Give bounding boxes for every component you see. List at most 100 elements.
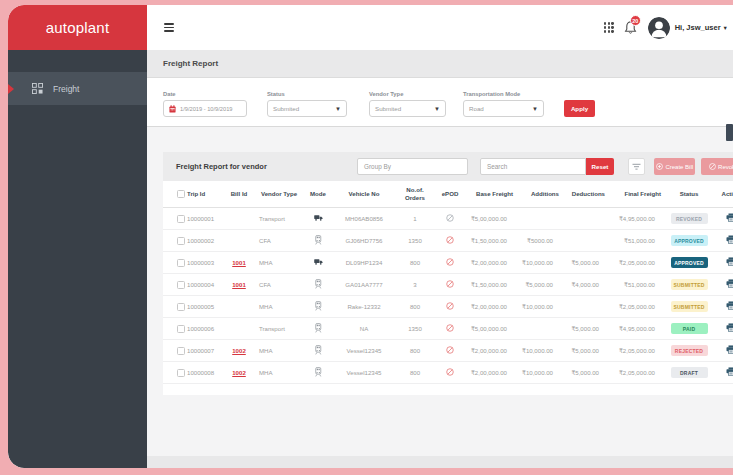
status-badge: SUBMITTED [671,279,708,290]
bill-id-cell: 1002 [223,369,255,376]
row-checkbox[interactable] [177,303,185,311]
epod-status-icon[interactable] [446,238,454,245]
print-icon[interactable] [726,304,733,311]
search-input[interactable]: Search [480,158,586,175]
row-select-cell [175,346,187,354]
horizontal-scrollbar-track[interactable] [147,456,733,468]
hamburger-menu-icon[interactable] [164,23,174,31]
deductions-cell: ₹5,000.00 [563,259,609,266]
epod-status-icon[interactable] [446,304,454,311]
user-menu-caret-icon[interactable]: ▼ [723,25,728,31]
vendor_type-cell: Transport [255,325,303,332]
train-icon [314,327,323,334]
base_freight-cell: ₹2,00,000.00 [465,259,517,266]
additions-cell: ₹10,000.00 [517,303,563,310]
date-range-input[interactable]: 1/9/2019 - 10/9/2019 [163,100,247,117]
vehicle_no-cell: Vessel12345 [333,347,395,354]
group-by-input[interactable]: Group By [357,158,468,175]
column-header-action: Action [713,190,733,198]
row-checkbox[interactable] [177,281,185,289]
row-checkbox[interactable] [177,215,185,223]
deductions-cell: ₹4,000.00 [563,281,609,288]
transportation-mode-filter: Transportation Mode Road ▼ [463,91,544,117]
print-icon[interactable] [726,370,733,377]
calendar-icon [169,105,176,113]
bill-id-cell: 1001 [223,281,255,288]
reset-button[interactable]: Reset [586,158,614,175]
epod-cell [435,368,465,377]
bill-id-link[interactable]: 1001 [232,281,246,288]
print-icon[interactable] [726,282,733,289]
scrollbar-thumb[interactable] [726,124,733,141]
bill-id-link[interactable]: 1001 [232,259,246,266]
app-window: autoplant 20 Hi, Jsw_user ▼ [8,5,733,468]
apps-grid-icon[interactable] [604,22,614,32]
status-badge: APPROVED [671,257,708,268]
column-header-trip_id: Trip Id [187,190,223,198]
filter-funnel-button[interactable] [628,158,645,175]
additions-cell: ₹5000.00 [517,237,563,244]
apply-button[interactable]: Apply [564,100,595,117]
revoke-button[interactable]: Revoke [701,158,733,175]
column-header-vendor_type: Vendor Type [255,190,303,198]
status-cell: DRAFT [665,367,713,378]
epod-cell [435,280,465,289]
epod-status-icon[interactable] [446,260,454,267]
status-select[interactable]: Submited ▼ [267,100,347,117]
row-checkbox[interactable] [177,237,185,245]
final_freight-cell: ₹4,95,000.00 [609,215,665,222]
vendor_type-cell: MHA [255,259,303,266]
mode-cell [303,367,333,378]
page-title: Freight Report [163,59,218,68]
print-icon[interactable] [726,348,733,355]
row-checkbox[interactable] [177,259,185,267]
user-greeting[interactable]: Hi, Jsw_user [675,23,721,32]
trip_id-cell: 10000001 [187,215,223,222]
row-select-cell [175,258,187,266]
train-icon [314,283,323,290]
column-header-mode: Mode [303,190,333,198]
row-checkbox[interactable] [177,369,185,377]
vendor_type-cell: MHA [255,303,303,310]
transportation-mode-value: Road [469,105,484,112]
row-select-cell [175,324,187,332]
transportation-mode-select[interactable]: Road ▼ [463,100,544,117]
bill-id-link[interactable]: 1002 [232,369,246,376]
vendor-type-select[interactable]: Submited ▼ [369,100,446,117]
deductions-cell: ₹5,000.00 [563,369,609,376]
header-bar: 20 Hi, Jsw_user ▼ [147,5,733,50]
status-cell: PAID [665,323,713,334]
train-icon [314,371,323,378]
epod-status-icon[interactable] [446,370,454,377]
epod-cell [435,258,465,267]
select-all-checkbox[interactable] [175,190,187,198]
sidebar-item-label: Freight [53,84,79,94]
mode-cell [303,345,333,356]
vendor_type-cell: MHA [255,347,303,354]
epod-status-icon[interactable] [446,282,454,289]
print-icon[interactable] [726,238,733,245]
create-bill-button[interactable]: Create Bill [654,158,695,175]
row-checkbox[interactable] [177,347,185,355]
print-icon[interactable] [726,326,733,333]
sidebar-item-freight[interactable]: Freight [8,72,147,105]
date-label: Date [163,91,247,97]
notification-bell[interactable]: 20 [624,20,637,35]
table-row: 100000041001CFAGA01AA77773₹1,50,000.00₹5… [163,274,733,296]
epod-cell [435,346,465,355]
print-icon[interactable] [726,260,733,267]
row-checkbox[interactable] [177,325,185,333]
bill-id-link[interactable]: 1002 [232,347,246,354]
vehicle_no-cell: DL09HP1234 [333,259,395,266]
train-icon [314,239,323,246]
orders-cell: 1350 [395,325,435,332]
table-row: 100000031001MHADL09HP1234800₹2,00,000.00… [163,252,733,274]
additions-cell: ₹10,000.00 [517,259,563,266]
user-avatar[interactable] [648,17,670,39]
print-icon[interactable] [726,216,733,223]
epod-status-icon[interactable] [446,216,454,223]
epod-status-icon[interactable] [446,348,454,355]
page-title-band: Freight Report [147,50,733,78]
trip_id-cell: 10000006 [187,325,223,332]
epod-status-icon[interactable] [446,326,454,333]
